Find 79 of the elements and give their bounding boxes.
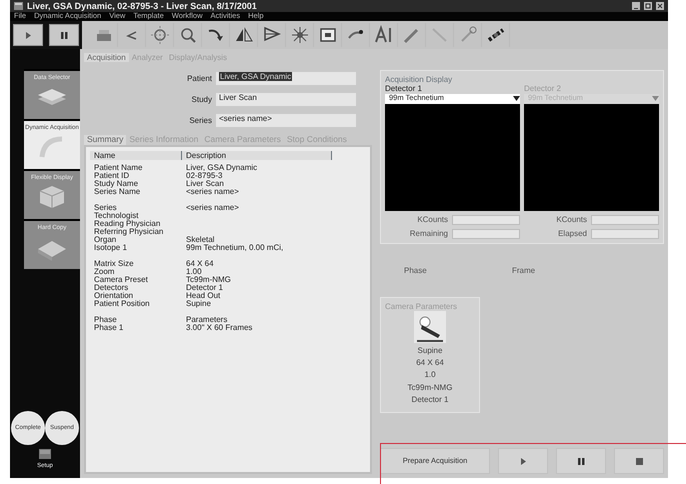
minimize-icon[interactable] — [632, 2, 640, 10]
counter-field — [591, 228, 659, 239]
table-cell-text: Liver Scan — [185, 180, 224, 188]
table-cell-text: Skeletal — [185, 236, 214, 244]
column-header[interactable]: Description — [182, 150, 332, 160]
group-title: Camera Parameters — [385, 302, 458, 311]
table-cell-text: Supine — [185, 300, 211, 308]
detector-label: Detector 1 — [385, 84, 423, 94]
table-cell-text: Reading Physician — [93, 220, 160, 228]
parameter-text: Tc99m-NMG — [408, 382, 452, 392]
patient-table-icon — [414, 310, 446, 343]
field-label: Series — [189, 116, 212, 126]
table-cell-text: Camera Preset — [93, 276, 149, 284]
table-cell-text: 3.00" X 60 Frames — [185, 324, 252, 332]
table-cell-text: Patient Position — [93, 300, 151, 308]
status-label: Frame — [512, 266, 536, 275]
counter-field — [452, 214, 520, 225]
parameter-text: Supine — [418, 346, 442, 356]
table-cell-text: Series — [93, 204, 117, 212]
table-cell-text: Organ — [93, 236, 116, 244]
close-icon[interactable] — [656, 2, 664, 10]
table-cell-text: Phase — [93, 316, 118, 324]
table-cell-text: Orientation — [93, 292, 134, 300]
table-cell-text: Matrix Size — [93, 260, 135, 268]
table-cell-text: Tc99m-NMG — [185, 276, 231, 284]
table-cell-text: Study Name — [93, 180, 140, 188]
stop-icon[interactable] — [634, 456, 644, 466]
restore-icon[interactable] — [644, 2, 652, 10]
caret-icon — [513, 96, 520, 102]
counter-field — [591, 214, 659, 225]
table-cell-text: Head Out — [185, 292, 220, 300]
table-cell-text: 1.00 — [185, 268, 202, 276]
table-cell-text: Referring Physician — [93, 228, 164, 236]
table-cell-text: Isotope 1 — [93, 244, 128, 252]
field-label: Patient — [187, 74, 212, 84]
setup-icon[interactable] — [39, 449, 51, 460]
tab[interactable]: Summary — [84, 135, 126, 145]
column-header[interactable]: Name — [90, 150, 182, 160]
field-label: Study — [192, 95, 212, 104]
table-cell-text: 02-8795-3 — [185, 172, 222, 180]
text-field[interactable]: <series name> — [216, 114, 356, 128]
status-label: Phase — [404, 266, 428, 275]
sun-icon[interactable] — [290, 25, 310, 45]
crosshair-icon[interactable] — [150, 25, 170, 45]
caret-icon — [652, 96, 659, 102]
table-cell-text: Phase 1 — [93, 324, 124, 332]
pause-icon[interactable] — [60, 30, 68, 40]
window-title: Liver, GSA Dynamic, 02-8795-3 - Liver Scan, 8/17/2001 — [27, 0, 258, 12]
table-cell-text: Detector 1 — [185, 284, 223, 292]
table-cell-text: Liver, GSA Dynamic — [185, 164, 258, 172]
parameter-text: 64 X 64 — [416, 358, 444, 368]
table-cell-text: Technologist — [93, 212, 138, 220]
group-title: Acquisition Display — [385, 75, 454, 84]
table-cell-text: Patient Name — [93, 164, 144, 172]
letters-icon[interactable] — [374, 25, 394, 45]
detector-label: Detector 2 — [524, 84, 562, 94]
pause-icon[interactable] — [576, 456, 586, 466]
counter-label: KCounts — [556, 214, 587, 224]
play-icon[interactable] — [24, 30, 32, 40]
counter-field — [452, 228, 520, 239]
table-cell-text: Detectors — [93, 284, 128, 292]
table-cell-text: <series name> — [185, 204, 239, 212]
table-cell-text: Patient ID — [93, 172, 130, 180]
play-icon[interactable] — [518, 456, 528, 466]
tab[interactable]: Acquisition — [84, 53, 129, 62]
text-field[interactable]: Liver Scan — [216, 93, 356, 106]
table-cell-text: 99m Technetium, 0.00 mCi, — [185, 244, 284, 252]
table-cell-text: <series name> — [185, 188, 239, 196]
parameter-text: Detector 1 — [412, 394, 448, 404]
parameter-text: 1.0 — [424, 370, 436, 380]
table-cell-text: 64 X 64 — [185, 260, 214, 268]
table-cell-text: Parameters — [185, 316, 228, 324]
table-cell-text: Zoom — [93, 268, 114, 276]
counter-label: KCounts — [417, 214, 448, 224]
table-cell-text: Series Name — [93, 188, 142, 196]
text-field[interactable]: Liver, GSA Dynamic — [216, 72, 356, 86]
app-icon — [14, 2, 23, 10]
counter-label: Remaining — [410, 228, 448, 238]
counter-label: Elapsed — [558, 228, 587, 238]
